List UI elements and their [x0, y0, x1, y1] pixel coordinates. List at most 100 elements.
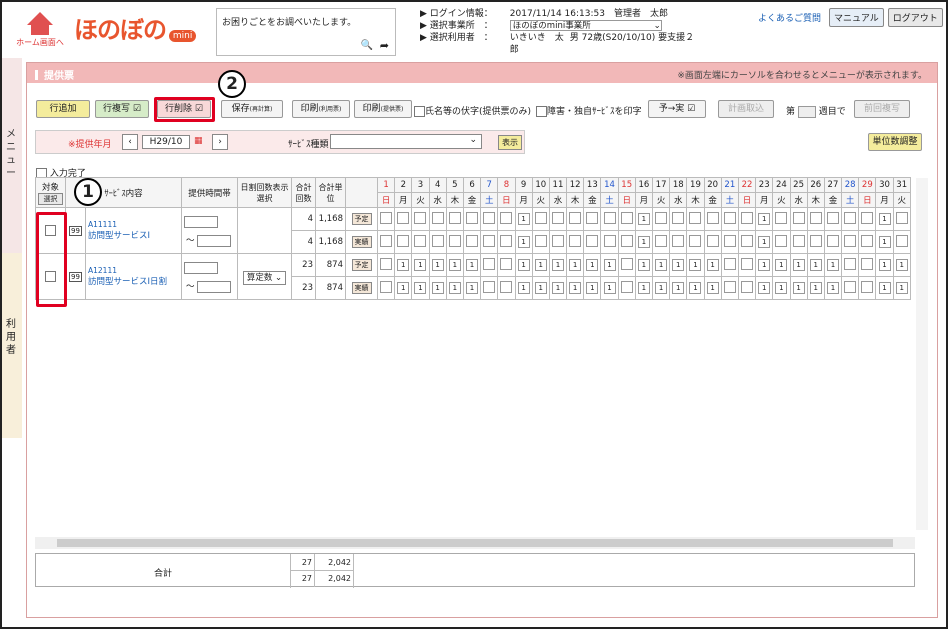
day-cell[interactable]: 1: [431, 282, 444, 294]
day-cell[interactable]: [792, 234, 805, 247]
vertical-scrollbar[interactable]: [916, 178, 928, 530]
time-end-input[interactable]: [197, 280, 232, 293]
day-cell[interactable]: 1: [466, 282, 479, 294]
service-type-select[interactable]: ⌄: [330, 134, 482, 149]
day-cell[interactable]: 1: [448, 282, 461, 294]
plan-label[interactable]: 予定: [351, 213, 372, 225]
day-cell[interactable]: 1: [655, 282, 668, 294]
day-cell[interactable]: 1: [414, 259, 427, 271]
day-cell[interactable]: [844, 280, 857, 293]
day-cell[interactable]: 1: [397, 259, 410, 271]
day-cell[interactable]: [620, 234, 633, 247]
print-provision-button[interactable]: 印刷(提供票): [354, 100, 412, 118]
day-cell[interactable]: [466, 234, 479, 247]
service-name[interactable]: 訪問型サービスⅠ: [88, 229, 181, 241]
day-cell[interactable]: 1: [569, 282, 582, 294]
day-cell[interactable]: [844, 257, 857, 270]
day-cell[interactable]: [809, 211, 822, 224]
month-input[interactable]: H29/10: [142, 135, 190, 149]
day-cell[interactable]: [620, 257, 633, 270]
day-cell[interactable]: [689, 211, 702, 224]
time-end-input[interactable]: [197, 234, 232, 247]
day-cell[interactable]: 1: [706, 259, 719, 271]
plan-label[interactable]: 予定: [351, 259, 372, 271]
day-cell[interactable]: [466, 211, 479, 224]
day-cell[interactable]: [672, 211, 685, 224]
day-cell[interactable]: [826, 234, 839, 247]
day-cell[interactable]: [569, 211, 582, 224]
print-usage-button[interactable]: 印刷(利用票): [292, 100, 350, 118]
day-cell[interactable]: [569, 234, 582, 247]
day-cell[interactable]: [500, 211, 513, 224]
day-cell[interactable]: [500, 280, 513, 293]
horizontal-scrollbar[interactable]: [35, 537, 915, 549]
day-cell[interactable]: [809, 234, 822, 247]
day-cell[interactable]: [826, 211, 839, 224]
day-cell[interactable]: 1: [758, 259, 771, 271]
day-cell[interactable]: [706, 234, 719, 247]
day-cell[interactable]: 1: [637, 259, 650, 271]
day-cell[interactable]: 1: [775, 282, 788, 294]
plan-import-button[interactable]: 計画取込: [718, 100, 774, 118]
day-cell[interactable]: [534, 211, 547, 224]
day-cell[interactable]: 1: [637, 236, 650, 248]
day-cell[interactable]: [534, 234, 547, 247]
row-badge[interactable]: 99: [69, 225, 82, 236]
day-cell[interactable]: [380, 234, 393, 247]
day-cell[interactable]: 1: [758, 236, 771, 248]
day-cell[interactable]: [741, 280, 754, 293]
day-cell[interactable]: [655, 234, 668, 247]
day-cell[interactable]: [895, 211, 908, 224]
day-cell[interactable]: [895, 234, 908, 247]
copy-row-button[interactable]: 行複写 ☑: [95, 100, 149, 118]
day-cell[interactable]: 1: [775, 259, 788, 271]
day-cell[interactable]: 1: [826, 282, 839, 294]
day-cell[interactable]: 1: [397, 282, 410, 294]
week-input[interactable]: [797, 105, 816, 118]
day-cell[interactable]: [551, 234, 564, 247]
horizontal-scroll-thumb[interactable]: [57, 539, 893, 547]
day-cell[interactable]: 1: [878, 282, 891, 294]
day-cell[interactable]: 1: [655, 259, 668, 271]
save-button[interactable]: 保存(再計算): [221, 100, 283, 118]
service-name[interactable]: 訪問型サービスⅠ日割: [88, 275, 181, 287]
day-cell[interactable]: 1: [517, 236, 530, 248]
add-row-button[interactable]: 行追加: [36, 100, 90, 118]
manual-button[interactable]: マニュアル: [829, 8, 884, 27]
day-cell[interactable]: [586, 234, 599, 247]
office-select[interactable]: ほのぼのmini事業所 ⌄: [509, 20, 662, 31]
day-cell[interactable]: [741, 211, 754, 224]
help-search-box[interactable]: お困りごとをお調べいたします。 🔍 ➦: [216, 8, 396, 56]
day-cell[interactable]: 1: [517, 213, 530, 225]
day-cell[interactable]: 1: [826, 259, 839, 271]
day-cell[interactable]: [844, 234, 857, 247]
day-cell[interactable]: [861, 257, 874, 270]
day-cell[interactable]: 1: [895, 282, 908, 294]
day-cell[interactable]: 1: [878, 236, 891, 248]
day-cell[interactable]: 1: [878, 259, 891, 271]
opt-print-special[interactable]: 障害・独自ｻｰﾋﾞｽを印字: [536, 104, 642, 117]
day-cell[interactable]: [500, 257, 513, 270]
day-cell[interactable]: 1: [586, 259, 599, 271]
day-cell[interactable]: [723, 257, 736, 270]
day-cell[interactable]: [741, 257, 754, 270]
day-cell[interactable]: [775, 234, 788, 247]
actual-label[interactable]: 実績: [351, 282, 372, 294]
time-start-input[interactable]: [184, 262, 218, 275]
day-cell[interactable]: [397, 234, 410, 247]
day-cell[interactable]: [414, 211, 427, 224]
day-cell[interactable]: [448, 211, 461, 224]
day-cell[interactable]: 1: [603, 282, 616, 294]
day-cell[interactable]: 1: [758, 282, 771, 294]
day-cell[interactable]: 1: [792, 259, 805, 271]
day-cell[interactable]: 1: [586, 282, 599, 294]
calendar-icon[interactable]: ▦: [194, 136, 203, 146]
day-cell[interactable]: 1: [878, 213, 891, 225]
faq-link[interactable]: よくあるご質問: [758, 11, 821, 24]
day-cell[interactable]: 1: [689, 259, 702, 271]
day-cell[interactable]: [741, 234, 754, 247]
day-cell[interactable]: 1: [792, 282, 805, 294]
day-cell[interactable]: [723, 280, 736, 293]
day-cell[interactable]: 1: [637, 282, 650, 294]
day-cell[interactable]: [431, 234, 444, 247]
